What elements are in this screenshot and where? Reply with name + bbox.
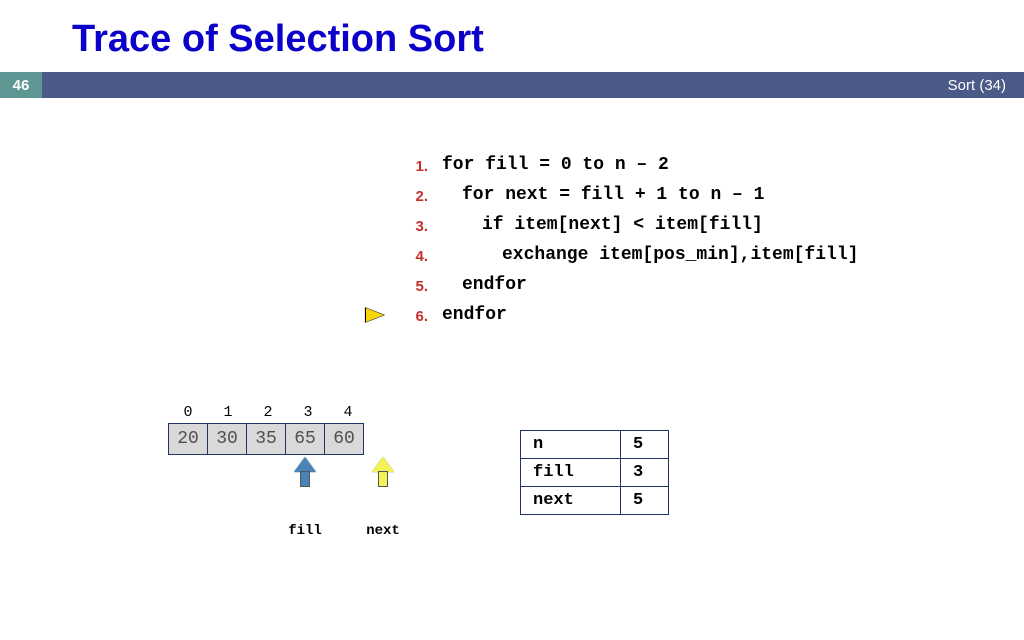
array-cell: 65 [285, 423, 325, 455]
table-row: next5 [521, 487, 669, 515]
code-line: 4. exchange item[pos_min],item[fill] [398, 240, 858, 270]
array-index: 0 [168, 404, 208, 421]
variables-table: n5fill3next5 [520, 430, 669, 515]
array-index: 2 [248, 404, 288, 421]
page-number-badge: 46 [0, 72, 42, 98]
table-row: fill3 [521, 459, 669, 487]
arrow-up-icon [372, 457, 394, 489]
pseudocode-block: 1. for fill = 0 to n – 2 2. for next = fill… [398, 150, 858, 330]
array-cell: 30 [207, 423, 247, 455]
array-pointers: fillnext [168, 455, 368, 513]
arrow-up-icon [294, 457, 316, 489]
slide-title: Trace of Selection Sort [72, 18, 484, 61]
array-indices: 01234 [168, 404, 368, 421]
array-cell: 35 [246, 423, 286, 455]
next-pointer: next [363, 457, 403, 539]
line-number: 5. [398, 272, 428, 302]
var-name: fill [521, 459, 621, 487]
code-text: endfor [442, 270, 527, 300]
code-line: 1. for fill = 0 to n – 2 [398, 150, 858, 180]
code-text: for next = fill + 1 to n – 1 [442, 180, 764, 210]
code-text: if item[next] < item[fill] [442, 210, 763, 240]
array-cell: 60 [324, 423, 364, 455]
var-value: 5 [621, 487, 669, 515]
line-number: 6. [398, 302, 428, 332]
header-bar: Sort (34) [0, 72, 1024, 98]
fill-pointer-label: fill [285, 523, 325, 539]
array-cell: 20 [168, 423, 208, 455]
code-text: endfor [442, 300, 507, 330]
array-index: 3 [288, 404, 328, 421]
array-cells: 2030356560 [168, 423, 368, 455]
var-value: 3 [621, 459, 669, 487]
code-line: 3. if item[next] < item[fill] [398, 210, 858, 240]
line-number: 1. [398, 152, 428, 182]
code-line: 2. for next = fill + 1 to n – 1 [398, 180, 858, 210]
var-value: 5 [621, 431, 669, 459]
line-number: 4. [398, 242, 428, 272]
array-visualization: 01234 2030356560 fillnext [168, 404, 368, 513]
var-name: n [521, 431, 621, 459]
next-pointer-label: next [363, 523, 403, 539]
code-line: 5. endfor [398, 270, 858, 300]
execution-pointer-icon [366, 308, 384, 322]
var-name: next [521, 487, 621, 515]
code-line: 6. endfor [398, 300, 858, 330]
line-number: 3. [398, 212, 428, 242]
line-number: 2. [398, 182, 428, 212]
array-index: 4 [328, 404, 368, 421]
footer-label: Sort (34) [948, 77, 1006, 94]
code-text: for fill = 0 to n – 2 [442, 150, 669, 180]
array-index: 1 [208, 404, 248, 421]
code-text: exchange item[pos_min],item[fill] [442, 240, 858, 270]
fill-pointer: fill [285, 457, 325, 539]
table-row: n5 [521, 431, 669, 459]
